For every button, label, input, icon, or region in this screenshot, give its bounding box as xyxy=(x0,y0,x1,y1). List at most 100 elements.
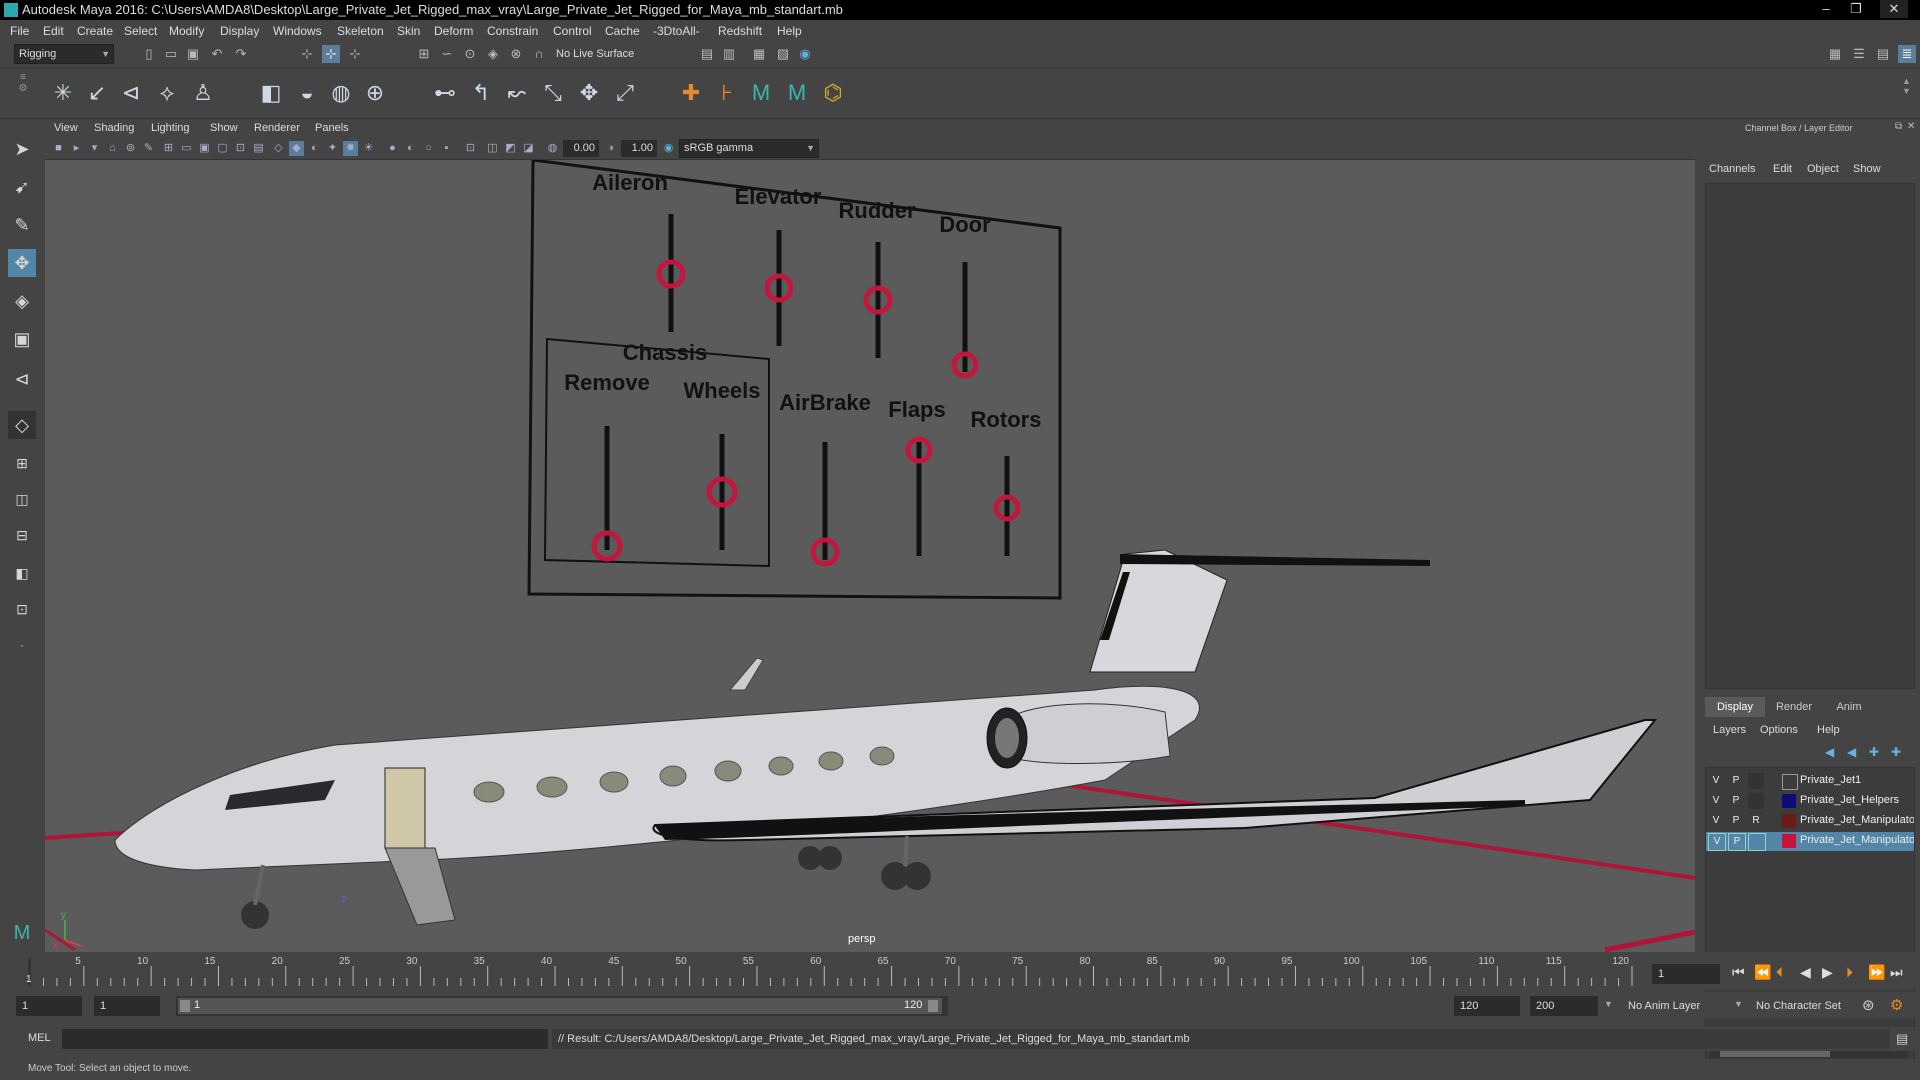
play-forward-icon[interactable]: ▶ xyxy=(1822,964,1833,981)
layer-visibility-toggle[interactable]: V xyxy=(1708,813,1724,829)
paint-select-tool-icon[interactable]: ✎ xyxy=(8,211,36,239)
exposure-field[interactable]: 0.00 xyxy=(563,140,599,157)
depth-of-field-icon[interactable]: ▪ xyxy=(439,141,454,156)
menu-skeleton[interactable]: Skeleton xyxy=(337,24,384,38)
mode-selector[interactable]: Rigging ▼ xyxy=(14,44,114,64)
safe-action-icon[interactable]: ▤ xyxy=(251,141,266,156)
gamma-field[interactable]: 1.00 xyxy=(621,140,657,157)
menu-deform[interactable]: Deform xyxy=(434,24,473,38)
pole-vector-icon[interactable]: ⤢ xyxy=(610,78,640,108)
textured-icon[interactable]: ✦ xyxy=(325,141,340,156)
rotate-tool-icon[interactable]: ◈ xyxy=(8,287,36,315)
gate-mask-icon[interactable]: ▢ xyxy=(215,141,230,156)
go-to-end-icon[interactable]: ⏭ xyxy=(1890,964,1903,981)
layer-name[interactable]: Private_Jet1 xyxy=(1800,774,1914,786)
auto-key-icon[interactable]: ⊛ xyxy=(1862,996,1875,1014)
step-back-frame-icon[interactable]: ⏪ xyxy=(1754,964,1771,981)
tool-settings-icon[interactable]: ▤ xyxy=(1874,45,1892,63)
new-layer-icon[interactable]: ✚ xyxy=(1869,745,1879,759)
layout-outliner-icon[interactable]: ⊟ xyxy=(8,521,36,549)
range-slider-bar[interactable] xyxy=(178,998,942,1014)
float-panel-icon[interactable]: ⧉ xyxy=(1895,121,1902,132)
layer-row[interactable]: V P R Private_Jet_Manipulators xyxy=(1706,812,1914,831)
use-all-lights-icon[interactable]: ✸ xyxy=(343,141,358,156)
field-chart-icon[interactable]: ⊡ xyxy=(233,141,248,156)
menu-redshift[interactable]: Redshift xyxy=(718,24,762,38)
time-slider[interactable]: 5 10 15 20 25 30 35 40 45 50 55 60 65 70 75 80 85 90 95 100… xyxy=(0,952,1920,990)
hypershade-icon[interactable]: ◉ xyxy=(796,45,814,63)
wireframe-on-shaded-icon[interactable]: ◐ xyxy=(307,141,322,156)
aim-constraint-icon[interactable]: ↰ xyxy=(466,78,496,108)
panel-menu-view[interactable]: View xyxy=(54,122,78,134)
layer-color-swatch[interactable] xyxy=(1782,834,1796,848)
channel-box-area[interactable] xyxy=(1705,183,1915,689)
character-set-dropdown[interactable]: No Character Set xyxy=(1756,1000,1841,1012)
layout-persp-outliner-icon[interactable]: ⊡ xyxy=(8,595,36,623)
layout-extra-icon[interactable]: · xyxy=(8,631,36,659)
xray-joints-icon[interactable]: ◩ xyxy=(503,141,518,156)
bookmark-icon[interactable]: ▾ xyxy=(87,141,102,156)
exposure-icon[interactable]: ◍ xyxy=(545,141,560,156)
viewport-scene[interactable]: Aileron Elevator Rudder Door Chassis Rem… xyxy=(45,160,1695,952)
range-slider-track[interactable]: 1 120 xyxy=(176,996,948,1016)
layer-color-swatch[interactable] xyxy=(1782,794,1796,808)
move-tool-icon[interactable]: ✥ xyxy=(8,249,36,277)
layout-four-panes-icon[interactable]: ⊞ xyxy=(8,449,36,477)
scale-constraint-icon[interactable]: ⤡ xyxy=(538,78,568,108)
current-frame-field[interactable]: 1 xyxy=(1652,964,1720,984)
ipr-render-icon[interactable]: ▦ xyxy=(750,45,768,63)
snap-view-plane-icon[interactable]: ◈ xyxy=(484,45,502,63)
live-surface-label[interactable]: No Live Surface xyxy=(556,48,634,60)
shadows-icon[interactable]: ☀ xyxy=(361,141,376,156)
color-space-dropdown[interactable]: sRGB gamma ▼ xyxy=(679,139,819,158)
snap-live-icon[interactable]: ⊗ xyxy=(507,45,525,63)
menu-skin[interactable]: Skin xyxy=(397,24,420,38)
magnet-icon[interactable]: ∩ xyxy=(530,45,548,63)
xray-icon[interactable]: ◫ xyxy=(485,141,500,156)
resolution-gate-icon[interactable]: ▣ xyxy=(197,141,212,156)
panel-menu-shading[interactable]: Shading xyxy=(94,122,134,134)
layer-playback-toggle[interactable]: P xyxy=(1728,793,1744,809)
menu-cache[interactable]: Cache xyxy=(605,24,640,38)
layer-name[interactable]: Private_Jet_Helpers xyxy=(1800,794,1914,806)
sculpt-deformer-icon[interactable]: ⊕ xyxy=(360,78,390,108)
script-language-toggle[interactable]: MEL xyxy=(28,1032,51,1044)
close-panel-icon[interactable]: ✕ xyxy=(1907,121,1915,132)
layer-display-type-toggle[interactable] xyxy=(1748,793,1764,809)
step-back-key-icon[interactable]: ⏴ xyxy=(1776,964,1783,981)
motion-blur-icon[interactable]: ◐ xyxy=(403,141,418,156)
menu-control[interactable]: Control xyxy=(553,24,592,38)
layer-name[interactable]: Private_Jet_Manipulators1 xyxy=(1800,834,1914,846)
range-start-handle[interactable] xyxy=(180,1000,190,1012)
render-settings-icon[interactable]: ▤ xyxy=(698,45,716,63)
layers-menu[interactable]: Layers xyxy=(1713,724,1746,736)
tab-anim[interactable]: Anim xyxy=(1823,697,1875,717)
isolate-select-icon[interactable]: ⊡ xyxy=(463,141,478,156)
step-forward-frame-icon[interactable]: ⏩ xyxy=(1868,964,1885,981)
select-camera-icon[interactable]: ■ xyxy=(51,141,66,156)
menu-help[interactable]: Help xyxy=(777,24,802,38)
menu-display[interactable]: Display xyxy=(220,24,259,38)
undo-icon[interactable]: ↶ xyxy=(208,45,226,63)
save-scene-icon[interactable]: ▣ xyxy=(184,45,202,63)
layer-display-type-toggle[interactable] xyxy=(1748,773,1764,789)
chevron-down-icon[interactable]: ▼ xyxy=(1734,999,1743,1009)
layer-color-swatch[interactable] xyxy=(1782,814,1796,828)
layer-visibility-toggle[interactable]: V xyxy=(1708,773,1724,789)
render-view-icon[interactable]: ▧ xyxy=(774,45,792,63)
panel-menu-panels[interactable]: Panels xyxy=(315,122,349,134)
gamma-icon[interactable]: ◑ xyxy=(603,141,618,156)
maximize-button[interactable]: ❐ xyxy=(1842,0,1870,18)
menu-windows[interactable]: Windows xyxy=(273,24,322,38)
layer-options-menu[interactable]: Options xyxy=(1760,724,1798,736)
grid-icon[interactable]: ⊞ xyxy=(161,141,176,156)
lasso-tool-icon[interactable]: ➹ xyxy=(8,173,36,201)
layer-display-type-toggle[interactable]: R xyxy=(1748,813,1764,829)
channels-menu[interactable]: Channels xyxy=(1709,163,1755,175)
redo-icon[interactable]: ↷ xyxy=(232,45,250,63)
layer-color-swatch[interactable] xyxy=(1782,774,1798,790)
grease-pencil-icon[interactable]: ✎ xyxy=(141,141,156,156)
select-hierarchy-icon[interactable]: ⊹ xyxy=(298,45,316,63)
move-layer-down-icon[interactable]: ◀ xyxy=(1847,745,1856,759)
panel-menu-show[interactable]: Show xyxy=(210,122,238,134)
